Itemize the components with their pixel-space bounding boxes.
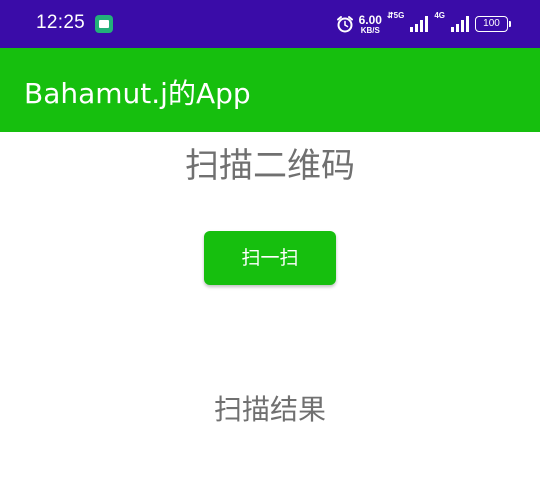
status-indicators: 6.00 KB/S ⇵5G 4G 100 [336,10,511,38]
app-title: Bahamut.j的App [24,77,251,110]
sim1-label-text: 5G [393,11,405,20]
app-bar: Bahamut.j的App [0,48,540,132]
page-heading: 扫描二维码 [185,146,355,186]
battery-icon: 100 [475,16,511,32]
scan-result-text: 扫描结果 [213,393,326,426]
sim1-signal-icon [409,16,429,32]
network-speed-value: 6.00 [358,12,382,27]
alarm-icon [336,15,354,33]
sim1-network-label: ⇵5G [387,12,404,20]
data-arrows-icon: ⇵ [386,11,394,20]
network-speed-unit: KB/S [360,25,380,35]
status-bar: 12:25 6.00 KB/S ⇵5G 4G 100 [0,0,540,48]
status-time: 12:25 [36,12,86,33]
scan-button[interactable]: 扫一扫 [204,231,336,285]
messages-icon [95,15,113,33]
sim2-signal-icon [450,16,470,32]
app-screen: 12:25 6.00 KB/S ⇵5G 4G 100 Bahamut.j的App… [0,0,540,504]
network-speed: 6.00 KB/S [359,14,382,35]
sim2-label-text: 4G [434,11,445,20]
